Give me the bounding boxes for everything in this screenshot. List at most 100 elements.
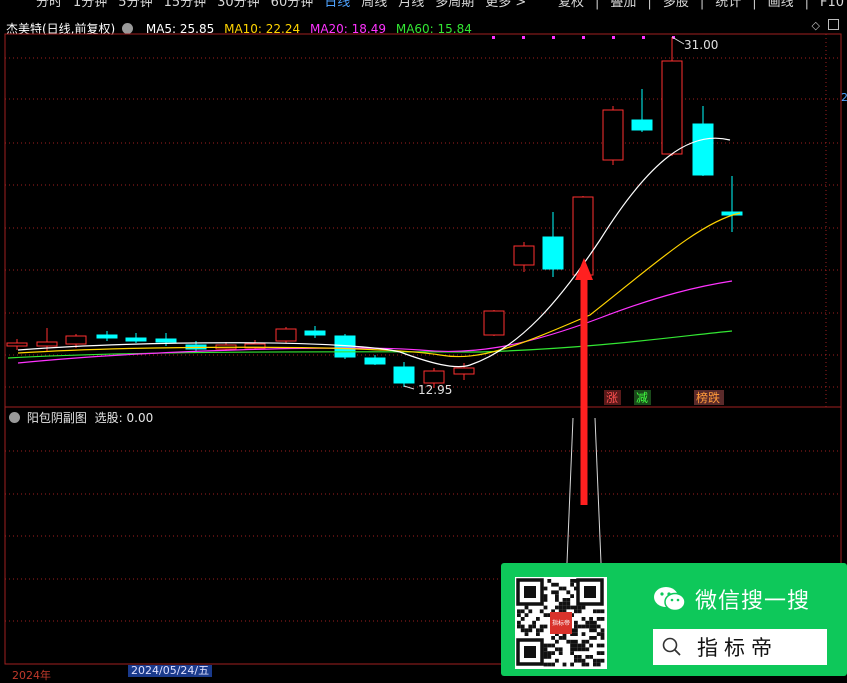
qr-module: [585, 624, 590, 629]
qr-module: [570, 639, 574, 644]
candle-body: [393, 366, 415, 384]
indicator-header: 阳包阴副图 选股: 0.00: [6, 409, 153, 426]
qr-code-icon: 指标帝: [515, 577, 607, 669]
qr-module: [596, 624, 601, 629]
signal-dot: [582, 36, 585, 39]
candle-body: [661, 60, 683, 155]
qr-module: [589, 628, 593, 633]
search-icon: [662, 637, 681, 656]
qr-module: [555, 582, 559, 587]
qr-logo-text: 指标帝: [552, 619, 570, 627]
callout-line: [594, 417, 602, 564]
qr-module: [589, 655, 593, 659]
qr-module: [581, 643, 586, 648]
qr-module: [536, 628, 540, 633]
qr-module: [558, 651, 563, 655]
qr-module: [596, 651, 601, 655]
candle-body: [602, 109, 624, 161]
qr-module: [593, 620, 597, 625]
high-price-label: 31.00: [684, 38, 718, 52]
signal-dot: [492, 36, 495, 39]
qr-module: [570, 594, 574, 598]
qr-module: [566, 605, 571, 610]
qr-module: [539, 628, 544, 633]
right-axis-label: 2: [841, 91, 847, 104]
qr-module: [570, 643, 574, 648]
qr-module: [547, 643, 552, 648]
qr-module: [574, 643, 578, 648]
qr-module: [547, 662, 552, 667]
qr-module: [517, 624, 521, 629]
qr-module: [551, 582, 555, 587]
qr-module: [574, 655, 578, 659]
candle-body: [96, 334, 118, 339]
qr-module: [600, 636, 605, 640]
candle-body: [275, 328, 297, 342]
indicator-title: 阳包阴副图: [26, 411, 87, 425]
qr-module: [543, 655, 548, 659]
qr-module: [532, 624, 536, 629]
qr-module: [581, 632, 586, 636]
ad-search-box[interactable]: 指标帝: [653, 629, 827, 665]
qr-module: [585, 662, 590, 667]
qr-module: [539, 609, 544, 614]
qr-module: [596, 643, 601, 648]
qr-module: [589, 620, 593, 625]
signal-dot: [522, 36, 525, 39]
qr-module: [581, 624, 586, 629]
qr-module: [539, 624, 544, 629]
qr-module: [543, 594, 548, 598]
qr-module: [543, 586, 548, 591]
qr-module: [574, 609, 578, 614]
qr-module: [570, 651, 574, 655]
qr-module: [581, 647, 586, 652]
qr-module: [600, 632, 605, 636]
qr-finder-core: [524, 586, 536, 598]
signal-dot: [642, 36, 645, 39]
qr-module: [524, 605, 529, 610]
candle-body: [483, 310, 505, 336]
candle-body: [542, 236, 564, 270]
qr-module: [600, 658, 605, 663]
qr-module: [577, 643, 582, 648]
qr-module: [532, 620, 536, 625]
qr-module: [577, 605, 582, 610]
qr-module: [520, 609, 525, 614]
qr-module: [596, 658, 601, 663]
wechat-ad-banner[interactable]: 指标帝 微信搜一搜 指标帝: [501, 563, 847, 676]
candle-body: [692, 123, 714, 176]
qr-module: [555, 639, 559, 644]
qr-module: [589, 643, 593, 648]
indicator-settings-icon[interactable]: [9, 412, 20, 423]
qr-module: [574, 647, 578, 652]
qr-module: [517, 609, 521, 614]
qr-module: [562, 662, 567, 667]
qr-module: [566, 639, 571, 644]
qr-module: [547, 655, 552, 659]
qr-module: [562, 598, 567, 602]
qr-module: [566, 590, 571, 595]
qr-module: [520, 628, 525, 633]
qr-module: [577, 658, 582, 663]
signal-dot: [612, 36, 615, 39]
qr-module: [577, 609, 582, 614]
qr-module: [585, 620, 590, 625]
qr-module: [593, 609, 597, 614]
qr-module: [543, 598, 548, 602]
qr-module: [574, 632, 578, 636]
qr-module: [528, 624, 533, 629]
qr-module: [593, 624, 597, 629]
candle-body: [513, 245, 535, 266]
qr-module: [547, 651, 552, 655]
qr-module: [543, 647, 548, 652]
qr-module: [581, 658, 586, 663]
qr-module: [600, 628, 605, 633]
signal-tag: 涨: [606, 390, 618, 405]
qr-module: [600, 651, 605, 655]
qr-finder-core: [524, 646, 536, 658]
qr-module: [570, 605, 574, 610]
ad-title-row: 微信搜一搜: [653, 583, 810, 615]
qr-module: [600, 609, 605, 614]
candle-body: [6, 342, 28, 347]
qr-module: [536, 632, 540, 636]
